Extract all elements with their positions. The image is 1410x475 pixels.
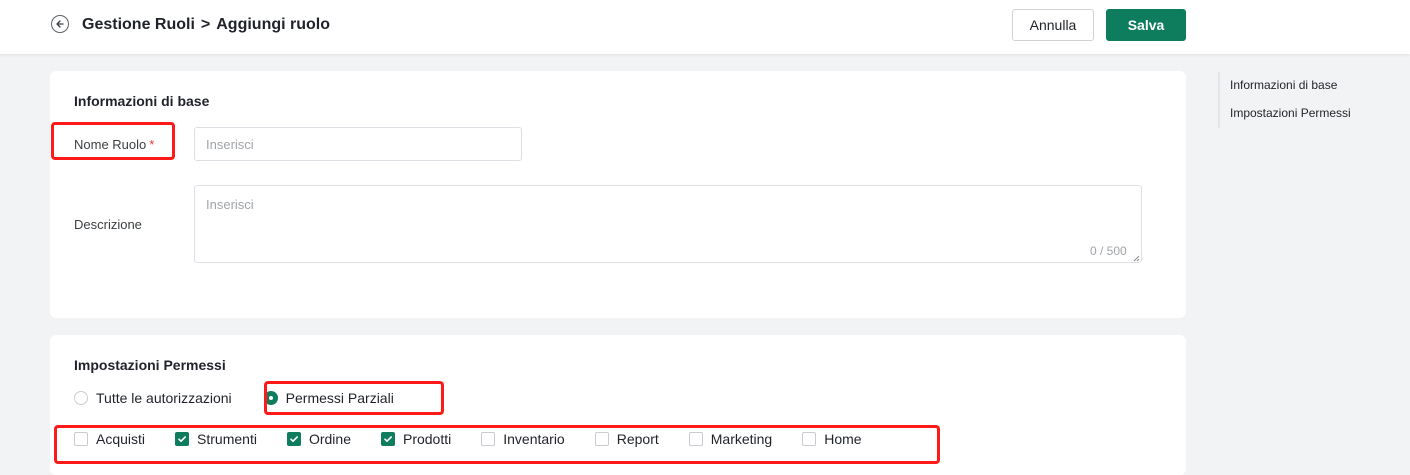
checkbox-acquisti[interactable]: Acquisti xyxy=(74,431,145,447)
module-checkbox-group: Acquisti Strumenti Ordine Prodotti Inven… xyxy=(74,431,862,447)
toc-item-permissions[interactable]: Impostazioni Permessi xyxy=(1230,100,1351,128)
top-bar: Gestione Ruoli > Aggiungi ruolo Annulla … xyxy=(0,0,1410,54)
checkmark-icon xyxy=(384,436,392,442)
checkbox-box[interactable] xyxy=(481,432,496,446)
radio-circle[interactable] xyxy=(74,391,88,405)
checkbox-home[interactable]: Home xyxy=(802,431,862,447)
radio-circle-selected[interactable] xyxy=(263,391,278,405)
permissions-card: Impostazioni Permessi Tutte le autorizza… xyxy=(50,335,1186,475)
section-toc: Informazioni di base Impostazioni Permes… xyxy=(1218,72,1351,128)
checkbox-box[interactable] xyxy=(74,432,88,446)
required-mark: * xyxy=(149,137,155,152)
checkbox-box-checked[interactable] xyxy=(286,432,301,446)
role-name-label-text: Nome Ruolo xyxy=(74,137,147,152)
checkbox-box[interactable] xyxy=(802,432,817,446)
checkbox-marketing[interactable]: Marketing xyxy=(688,431,773,447)
checkbox-ordine[interactable]: Ordine xyxy=(286,431,351,447)
checkbox-strumenti[interactable]: Strumenti xyxy=(175,431,257,447)
radio-label: Permessi Parziali xyxy=(285,390,394,406)
description-textarea[interactable] xyxy=(194,185,1142,263)
checkbox-label: Home xyxy=(824,431,862,447)
checkbox-label: Acquisti xyxy=(96,431,146,447)
breadcrumb-current: Aggiungi ruolo xyxy=(216,16,330,33)
role-name-input[interactable] xyxy=(194,127,522,161)
breadcrumb-parent[interactable]: Gestione Ruoli xyxy=(82,16,195,34)
checkbox-label: Report xyxy=(616,431,659,447)
radio-partial-permissions[interactable]: Permessi Parziali xyxy=(263,390,394,406)
checkbox-label: Ordine xyxy=(308,431,351,447)
checkmark-icon xyxy=(178,436,187,442)
checkbox-inventario[interactable]: Inventario xyxy=(481,431,565,447)
checkbox-box-checked[interactable] xyxy=(175,432,190,446)
permissions-title: Impostazioni Permessi xyxy=(74,357,226,373)
checkbox-label: Marketing xyxy=(710,431,773,447)
save-button[interactable]: Salva xyxy=(1106,9,1186,41)
role-name-label: Nome Ruolo * xyxy=(74,137,154,152)
checkmark-icon xyxy=(290,436,298,442)
radio-label: Tutte le autorizzazioni xyxy=(96,390,232,406)
checkbox-label: Strumenti xyxy=(197,431,257,447)
description-counter: 0 / 500 xyxy=(1090,244,1127,258)
basic-info-title: Informazioni di base xyxy=(74,93,210,109)
checkbox-label: Inventario xyxy=(503,431,565,447)
checkbox-box[interactable] xyxy=(594,432,609,446)
breadcrumb-separator: > xyxy=(200,16,211,33)
breadcrumb: Gestione Ruoli > Aggiungi ruolo xyxy=(82,15,330,35)
basic-info-card: Informazioni di base Nome Ruolo* Descriz… xyxy=(50,71,1186,318)
checkbox-box-checked[interactable] xyxy=(380,432,395,446)
checkbox-prodotti[interactable]: Prodotti xyxy=(380,431,452,447)
checkbox-box[interactable] xyxy=(688,432,703,446)
permission-mode-group: Tutte le autorizzazioni Permessi Parzial… xyxy=(74,390,394,406)
description-label: Descrizione xyxy=(74,217,142,232)
toc-item-basic-info[interactable]: Informazioni di base xyxy=(1230,72,1351,100)
checkbox-report[interactable]: Report xyxy=(594,431,659,447)
cancel-button[interactable]: Annulla xyxy=(1012,9,1094,41)
checkbox-label: Prodotti xyxy=(402,431,452,447)
back-arrow-icon[interactable] xyxy=(51,15,69,33)
resize-grip-icon[interactable] xyxy=(1133,255,1140,262)
radio-all-permissions[interactable]: Tutte le autorizzazioni xyxy=(74,390,232,406)
